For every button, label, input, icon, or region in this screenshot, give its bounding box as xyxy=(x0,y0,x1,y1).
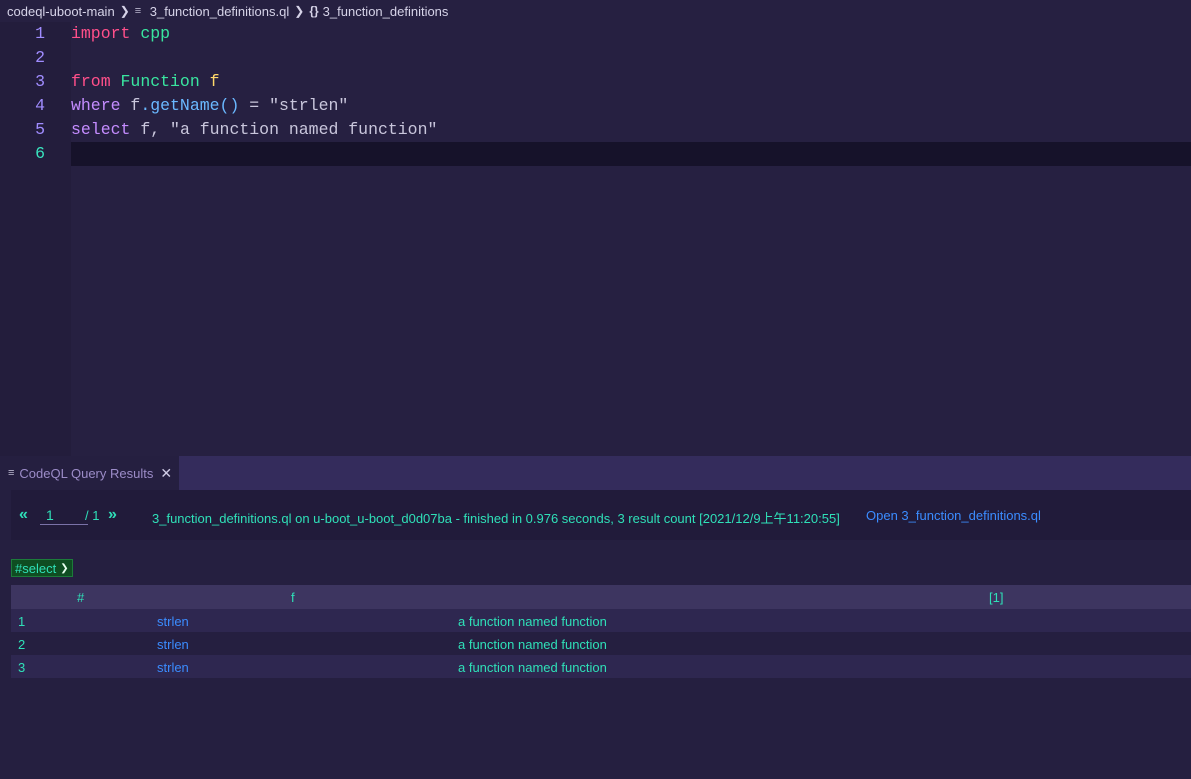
row-index: 2 xyxy=(18,637,26,652)
type-name: Function xyxy=(120,72,200,91)
line-number: 1 xyxy=(35,24,45,43)
line-number: 4 xyxy=(35,96,45,115)
keyword-select: select xyxy=(71,120,131,139)
keyword-from: from xyxy=(71,72,111,91)
results-toolbar: « / 1 » 3_function_definitions.ql on u-b… xyxy=(11,490,1191,540)
line-number: 5 xyxy=(35,120,45,139)
breadcrumb-folder[interactable]: codeql-uboot-main xyxy=(7,4,115,19)
braces-icon: {} xyxy=(309,4,319,18)
line-number: 2 xyxy=(35,48,45,67)
keyword-where: where xyxy=(71,96,121,115)
method-call: .getName() xyxy=(140,96,240,115)
function-link[interactable]: strlen xyxy=(157,614,189,629)
results-panel: ≡ CodeQL Query Results ✕ « / 1 » 3_funct… xyxy=(0,456,1191,779)
code-line-current[interactable]: 6 xyxy=(0,142,1191,166)
string-literal: "a function named function" xyxy=(170,120,438,139)
table-header: # f [1] xyxy=(11,585,1191,609)
open-query-link[interactable]: Open 3_function_definitions.ql xyxy=(866,508,1041,523)
previous-page-button[interactable]: « xyxy=(19,506,28,524)
query-status: 3_function_definitions.ql on u-boot_u-bo… xyxy=(152,511,840,526)
code-line[interactable]: 5 select f, "a function named function" xyxy=(0,118,1191,142)
breadcrumb: codeql-uboot-main ❯ ≡ 3_function_definit… xyxy=(0,0,1191,22)
row-index: 3 xyxy=(18,660,26,675)
module-name: cpp xyxy=(140,24,171,43)
code-line[interactable]: 4 where f.getName() = "strlen" xyxy=(0,94,1191,118)
operator: = xyxy=(239,96,270,115)
table-row: 1 strlen a function named function xyxy=(11,609,1191,632)
line-number: 3 xyxy=(35,72,45,91)
column-header-f[interactable]: f xyxy=(291,590,295,605)
function-link[interactable]: strlen xyxy=(157,660,189,675)
page-number-input[interactable] xyxy=(40,506,88,525)
results-table: # f [1] 1 strlen a function named functi… xyxy=(11,585,1191,678)
variable-ref: f, xyxy=(140,120,161,139)
table-row: 3 strlen a function named function xyxy=(11,655,1191,678)
row-message: a function named function xyxy=(458,637,607,652)
next-page-button[interactable]: » xyxy=(108,506,117,524)
column-header-message[interactable]: [1] xyxy=(989,590,1003,605)
string-literal: "strlen" xyxy=(269,96,349,115)
code-line[interactable]: 2 xyxy=(0,46,1191,70)
list-icon: ≡ xyxy=(8,467,15,479)
function-link[interactable]: strlen xyxy=(157,637,189,652)
row-message: a function named function xyxy=(458,660,607,675)
code-editor[interactable]: 1 import cpp 2 3 from Function f 4 where… xyxy=(0,22,1191,456)
panel-tab-bar: ≡ CodeQL Query Results ✕ xyxy=(0,456,1191,490)
chevron-right-icon: ❯ xyxy=(294,4,305,18)
row-index: 1 xyxy=(18,614,26,629)
table-row: 2 strlen a function named function xyxy=(11,632,1191,655)
breadcrumb-file[interactable]: 3_function_definitions.ql xyxy=(150,4,290,19)
breadcrumb-symbol[interactable]: 3_function_definitions xyxy=(323,4,449,19)
column-header-index[interactable]: # xyxy=(77,590,84,605)
code-line[interactable]: 3 from Function f xyxy=(0,70,1191,94)
tab-codeql-query-results[interactable]: ≡ CodeQL Query Results ✕ xyxy=(0,456,179,490)
page-total: / 1 xyxy=(85,508,100,523)
variable-ref: f xyxy=(130,96,141,115)
result-set-value: #select xyxy=(15,560,57,576)
file-lines-icon: ≡ xyxy=(134,5,142,17)
variable-name: f xyxy=(209,72,220,91)
line-number: 6 xyxy=(35,144,45,163)
close-icon[interactable]: ✕ xyxy=(160,465,172,482)
tab-label: CodeQL Query Results xyxy=(19,465,154,481)
row-message: a function named function xyxy=(458,614,607,629)
chevron-right-icon: ❯ xyxy=(119,4,130,18)
result-set-select[interactable]: #select ❯ xyxy=(11,559,73,577)
chevron-down-icon: ❯ xyxy=(60,562,69,574)
keyword-import: import xyxy=(71,24,131,43)
code-line[interactable]: 1 import cpp xyxy=(0,22,1191,46)
